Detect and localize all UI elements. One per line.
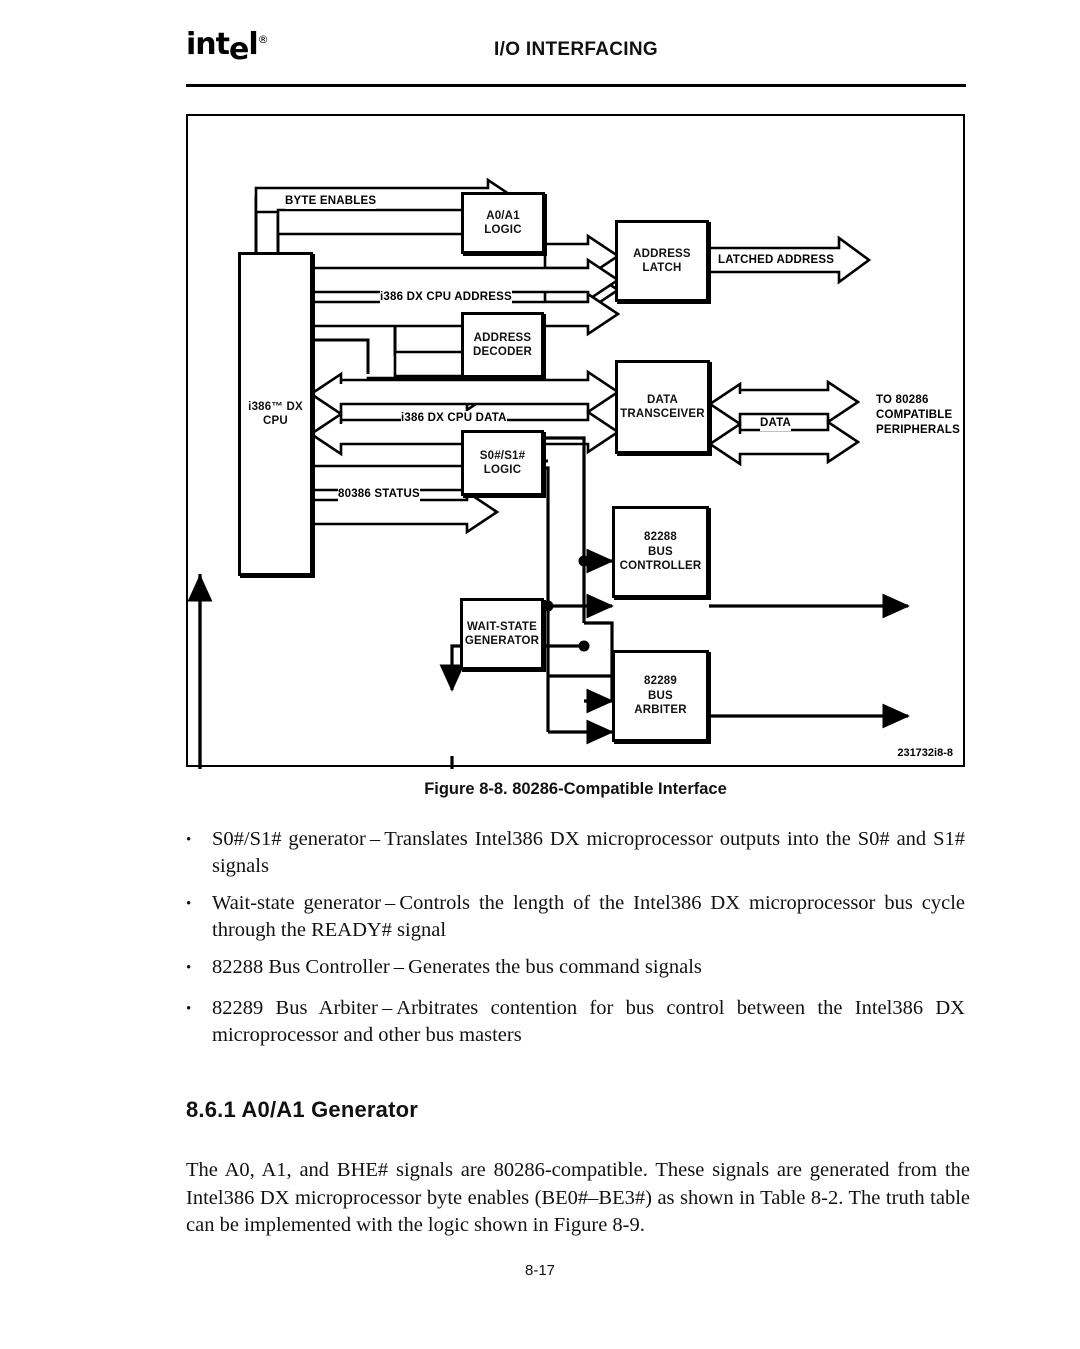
bullet-text: Wait-state generator – Controls the leng… xyxy=(212,892,965,942)
block-82288-bus-controller: 82288 BUS CONTROLLER xyxy=(612,506,709,598)
signal-label-80386-status: 80386 STATUS xyxy=(338,487,420,502)
block-label: S0#/S1# LOGIC xyxy=(479,449,526,476)
bullet-item: • 82289 Bus Arbiter – Arbitrates content… xyxy=(186,995,965,1050)
header-rule xyxy=(186,84,966,87)
block-label: 82289 BUS ARBITER xyxy=(634,675,687,717)
block-a0-a1-logic: A0/A1 LOGIC xyxy=(461,192,545,254)
block-label: i386™ DX CPU xyxy=(248,400,303,427)
section-heading: 8.6.1 A0/A1 Generator xyxy=(186,1097,419,1122)
bullet-text: S0#/S1# generator – Translates Intel386 … xyxy=(212,828,965,878)
signal-label-cpu-address: i386 DX CPU ADDRESS xyxy=(380,290,512,305)
block-label: WAIT-STATE GENERATOR xyxy=(464,620,540,647)
block-wait-state-generator: WAIT-STATE GENERATOR xyxy=(460,598,544,670)
block-82289-bus-arbiter: 82289 BUS ARBITER xyxy=(612,650,709,742)
page-header-title: I/O INTERFACING xyxy=(494,39,658,60)
signal-label-to-80286-peripherals: TO 80286 COMPATIBLE PERIPHERALS xyxy=(876,394,960,436)
block-address-decoder: ADDRESS DECODER xyxy=(461,312,544,378)
bullet-marker: • xyxy=(186,832,192,848)
block-address-latch: ADDRESS LATCH xyxy=(615,220,709,302)
bullet-item: • 82288 Bus Controller – Generates the b… xyxy=(186,954,965,981)
signal-label-latched-address: LATCHED ADDRESS xyxy=(718,253,835,268)
page-header: intel® I/O INTERFACING xyxy=(186,30,966,82)
body-paragraph: The A0, A1, and BHE# signals are 80286-c… xyxy=(186,1159,970,1237)
figure-frame: i386™ DX CPU A0/A1 LOGIC ADDRESS LATCH A… xyxy=(186,114,965,769)
page-number: 8-17 xyxy=(524,1262,556,1279)
bullet-text: 82289 Bus Arbiter – Arbitrates contentio… xyxy=(212,997,965,1047)
block-label: A0/A1 LOGIC xyxy=(484,209,522,236)
block-data-transceiver: DATA TRANSCEIVER xyxy=(615,360,710,454)
figure-caption: Figure 8-8. 80286-Compatible Interface xyxy=(424,780,727,798)
block-s0-s1-logic: S0#/S1# LOGIC xyxy=(461,430,544,496)
bullet-text: 82288 Bus Controller – Generates the bus… xyxy=(212,956,702,978)
block-label: ADDRESS LATCH xyxy=(633,247,691,274)
block-label: DATA TRANSCEIVER xyxy=(620,393,705,420)
block-label: 82288 BUS CONTROLLER xyxy=(619,531,702,573)
bullet-item: • S0#/S1# generator – Translates Intel38… xyxy=(186,826,965,881)
bullet-marker: • xyxy=(186,896,192,912)
signal-label-data: DATA xyxy=(760,416,792,431)
bullet-marker: • xyxy=(186,960,192,976)
bullet-item: • Wait-state generator – Controls the le… xyxy=(186,890,965,945)
signal-label-cpu-data: i386 DX CPU DATA xyxy=(401,411,507,426)
block-label: ADDRESS DECODER xyxy=(473,331,532,358)
signal-label-byte-enables: BYTE ENABLES xyxy=(285,194,377,209)
block-i386-dx-cpu: i386™ DX CPU xyxy=(238,252,313,576)
bullet-marker: • xyxy=(186,1001,192,1017)
